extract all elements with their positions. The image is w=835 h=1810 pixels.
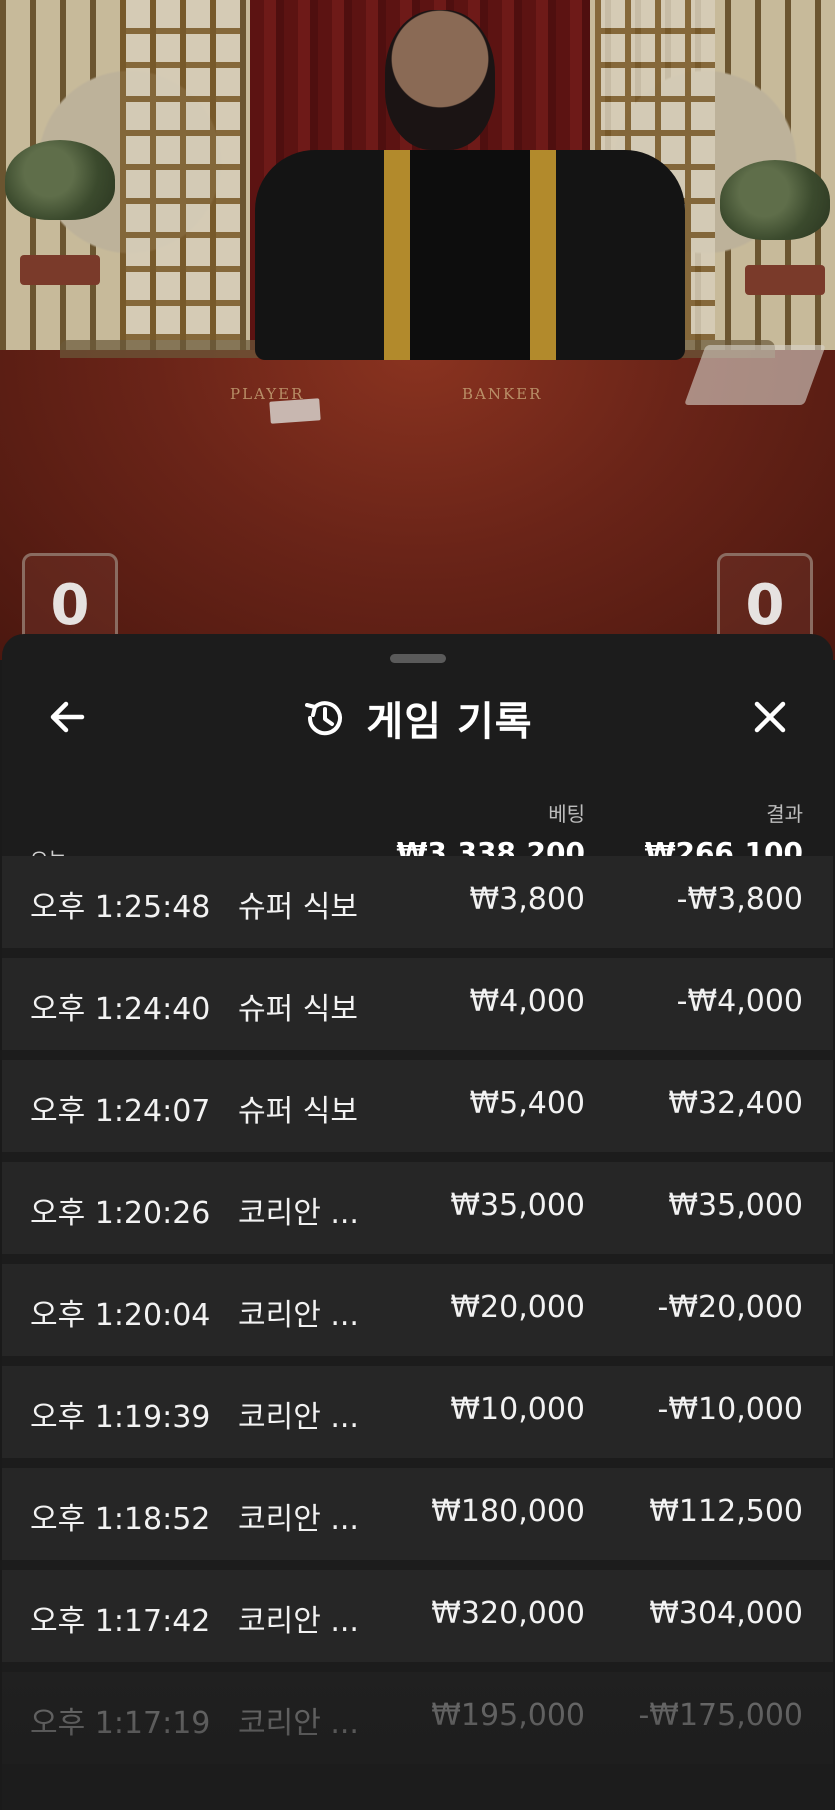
row-game: 슈퍼 식보 <box>238 992 358 1027</box>
history-icon <box>305 701 343 736</box>
row-bet: ₩5,400 <box>469 1086 585 1121</box>
row-result: ₩35,000 <box>668 1188 803 1223</box>
row-game: 코리안 ... <box>238 1706 359 1741</box>
history-row[interactable]: 오후 1:20:04 코리안 ... ₩20,000 -₩20,000 <box>2 1264 833 1356</box>
table-label-banker: BANKER <box>462 385 543 403</box>
sheet-title-group: 게임 기록 <box>2 692 833 745</box>
row-result: -₩4,000 <box>676 984 803 1019</box>
live-video: PLAYER BANKER 0 0 <box>0 0 835 660</box>
history-row[interactable]: 오후 1:20:26 코리안 ... ₩35,000 ₩35,000 <box>2 1162 833 1254</box>
history-row[interactable]: 오후 1:19:39 코리안 ... ₩10,000 -₩10,000 <box>2 1366 833 1458</box>
row-result: -₩10,000 <box>657 1392 803 1427</box>
game-history-sheet: 게임 기록 베팅 결과 오늘 ₩3,338,200 ₩266,100 오후 1:… <box>2 634 833 1810</box>
row-time: 오후 1:18:52 <box>30 1502 211 1537</box>
history-row[interactable]: 오후 1:18:52 코리안 ... ₩180,000 ₩112,500 <box>2 1468 833 1560</box>
row-time: 오후 1:24:40 <box>30 992 211 1027</box>
row-result: ₩112,500 <box>649 1494 803 1529</box>
row-game: 슈퍼 식보 <box>238 1094 358 1129</box>
bonsai-left <box>5 140 115 220</box>
row-result: -₩20,000 <box>657 1290 803 1325</box>
bonsai-right <box>720 160 830 240</box>
row-result: ₩32,400 <box>668 1086 803 1121</box>
row-game: 코리안 ... <box>238 1400 359 1435</box>
result-column-header: 결과 <box>766 802 803 826</box>
row-bet: ₩180,000 <box>431 1494 585 1529</box>
row-bet: ₩10,000 <box>450 1392 585 1427</box>
row-game: 코리안 ... <box>238 1196 359 1231</box>
row-game: 코리안 ... <box>238 1604 359 1639</box>
row-bet: ₩4,000 <box>469 984 585 1019</box>
sheet-drag-handle[interactable] <box>390 654 446 663</box>
pot-left <box>20 255 100 285</box>
row-time: 오후 1:20:04 <box>30 1298 211 1333</box>
sheet-header: 게임 기록 <box>2 670 833 766</box>
table-label-player: PLAYER <box>230 385 305 403</box>
row-time: 오후 1:19:39 <box>30 1400 211 1435</box>
row-bet: ₩20,000 <box>450 1290 585 1325</box>
history-row[interactable]: 오후 1:25:48 슈퍼 식보 ₩3,800 -₩3,800 <box>2 856 833 948</box>
history-row[interactable]: 오후 1:17:42 코리안 ... ₩320,000 ₩304,000 <box>2 1570 833 1662</box>
bet-column-header: 베팅 <box>548 802 585 826</box>
pot-right <box>745 265 825 295</box>
card-shoe <box>684 345 826 405</box>
row-result: -₩3,800 <box>676 882 803 917</box>
row-time: 오후 1:24:07 <box>30 1094 211 1129</box>
row-time: 오후 1:17:19 <box>30 1706 211 1741</box>
row-time: 오후 1:20:26 <box>30 1196 211 1231</box>
sheet-title: 게임 기록 <box>366 699 533 745</box>
row-game: 슈퍼 식보 <box>238 890 358 925</box>
row-bet: ₩195,000 <box>431 1698 585 1733</box>
row-bet: ₩320,000 <box>431 1596 585 1631</box>
decor-lattice-left <box>120 0 240 340</box>
row-result: ₩304,000 <box>649 1596 803 1631</box>
row-bet: ₩3,800 <box>469 882 585 917</box>
row-time: 오후 1:17:42 <box>30 1604 211 1639</box>
close-icon <box>754 701 786 733</box>
row-result: -₩175,000 <box>638 1698 803 1733</box>
close-button[interactable] <box>745 692 795 742</box>
dealer-body <box>255 150 685 360</box>
row-bet: ₩35,000 <box>450 1188 585 1223</box>
row-game: 코리안 ... <box>238 1502 359 1537</box>
history-row[interactable]: 오후 1:24:07 슈퍼 식보 ₩5,400 ₩32,400 <box>2 1060 833 1152</box>
row-time: 오후 1:25:48 <box>30 890 211 925</box>
history-row[interactable]: 오후 1:17:19 코리안 ... ₩195,000 -₩175,000 <box>2 1672 833 1764</box>
row-game: 코리안 ... <box>238 1298 359 1333</box>
history-list: 오후 1:25:48 슈퍼 식보 ₩3,800 -₩3,800 오후 1:24:… <box>2 856 833 1774</box>
history-row[interactable]: 오후 1:24:40 슈퍼 식보 ₩4,000 -₩4,000 <box>2 958 833 1050</box>
dealer-head <box>385 10 495 150</box>
